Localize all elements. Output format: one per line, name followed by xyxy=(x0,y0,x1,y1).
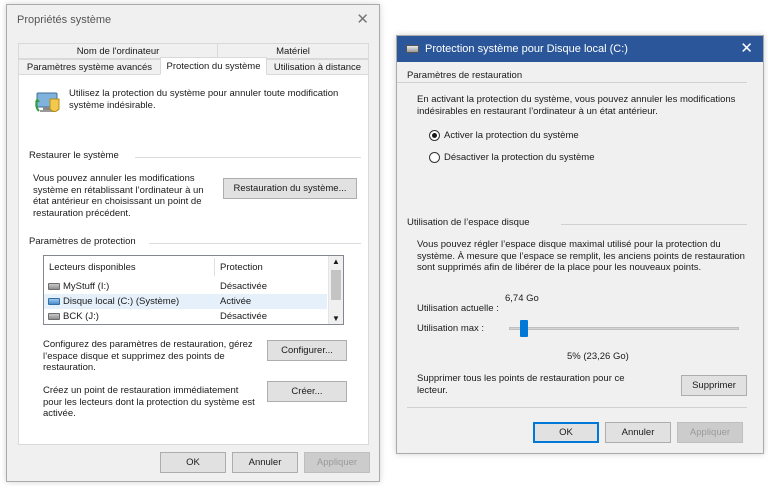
protection-group-title: Paramètres de protection xyxy=(29,236,136,247)
tab-system-protection[interactable]: Protection du système xyxy=(160,57,267,75)
delete-text: Supprimer tous les points de restauratio… xyxy=(417,373,625,396)
cancel-button[interactable]: Annuler xyxy=(605,422,671,443)
system-properties-window: Propriétés système ✕ Nom de l'ordinateur… xyxy=(6,4,380,482)
configure-text: Configurez des paramètres de restauratio… xyxy=(43,339,253,373)
drive-status: Activée xyxy=(220,296,252,307)
restore-settings-title: Paramètres de restauration xyxy=(407,70,523,81)
create-text: Créez un point de restauration immédiate… xyxy=(43,385,255,419)
drive-icon xyxy=(48,313,60,320)
disk-usage-text: Vous pouvez régler l’espace disque maxim… xyxy=(417,239,745,273)
restore-text: Vous pouvez annuler les modifications sy… xyxy=(33,173,204,219)
tab-remote[interactable]: Utilisation à distance xyxy=(266,59,369,75)
max-usage-value: 5% (23,26 Go) xyxy=(567,351,629,362)
title-bar[interactable]: Protection système pour Disque local (C:… xyxy=(397,36,763,62)
dialog-drive-icon xyxy=(406,45,419,53)
window-title: Propriétés système xyxy=(17,14,112,26)
restore-settings-divider xyxy=(397,82,747,83)
drive-icon xyxy=(48,283,60,290)
drive-row-bck[interactable]: BCK (J:) Désactivée xyxy=(44,309,327,324)
drive-row-mystuff[interactable]: MyStuff (I:) Désactivée xyxy=(44,279,327,294)
close-icon[interactable]: ✕ xyxy=(740,41,753,56)
drive-status: Désactivée xyxy=(220,281,267,292)
disable-protection-radio[interactable]: Désactiver la protection du système xyxy=(429,152,594,163)
system-restore-button[interactable]: Restauration du système... xyxy=(223,178,357,199)
protection-group-divider xyxy=(149,243,361,244)
scroll-thumb[interactable] xyxy=(331,270,341,300)
drive-cell: BCK (J:) xyxy=(48,311,99,322)
drives-list: Lecteurs disponibles Protection MyStuff … xyxy=(43,255,344,325)
drive-status: Désactivée xyxy=(220,311,267,322)
column-header-drives[interactable]: Lecteurs disponibles xyxy=(49,258,214,276)
disk-usage-divider xyxy=(561,224,747,225)
slider-thumb[interactable] xyxy=(520,320,528,337)
delete-button[interactable]: Supprimer xyxy=(681,375,747,396)
radio-dot-selected[interactable] xyxy=(429,130,440,141)
column-divider xyxy=(214,258,215,276)
title-bar[interactable]: Propriétés système ✕ xyxy=(7,5,379,35)
scroll-down-icon[interactable]: ▼ xyxy=(332,314,340,323)
list-scrollbar[interactable]: ▲ ▼ xyxy=(328,256,343,324)
radio-dot[interactable] xyxy=(429,152,440,163)
system-drive-icon xyxy=(48,298,60,305)
ok-button[interactable]: OK xyxy=(160,452,226,473)
disk-usage-title: Utilisation de l’espace disque xyxy=(407,217,530,228)
restore-settings-text: En activant la protection du système, vo… xyxy=(417,94,736,117)
drive-row-local-c[interactable]: Disque local (C:) (Système) Activée xyxy=(44,294,327,309)
restore-group-divider xyxy=(135,157,361,158)
system-protection-dialog: Protection système pour Disque local (C:… xyxy=(396,35,764,454)
drive-name: Disque local (C:) (Système) xyxy=(63,296,180,307)
current-usage-label: Utilisation actuelle : xyxy=(417,303,499,314)
drive-cell: Disque local (C:) (Système) xyxy=(48,296,179,307)
max-usage-label: Utilisation max : xyxy=(417,323,485,334)
system-protection-icon xyxy=(35,92,60,112)
max-usage-slider[interactable] xyxy=(509,318,739,338)
drive-name: BCK (J:) xyxy=(63,311,99,322)
footer-divider xyxy=(407,407,747,408)
ok-button[interactable]: OK xyxy=(533,422,599,443)
restore-group-title: Restaurer le système xyxy=(29,150,119,161)
intro-text: Utilisez la protection du système pour a… xyxy=(69,88,339,111)
current-usage-value: 6,74 Go xyxy=(505,293,539,304)
tab-panel: Utilisez la protection du système pour a… xyxy=(18,74,369,445)
scroll-up-icon[interactable]: ▲ xyxy=(332,257,340,266)
disable-protection-label: Désactiver la protection du système xyxy=(444,152,595,163)
apply-button[interactable]: Appliquer xyxy=(304,452,370,473)
column-header-protection[interactable]: Protection xyxy=(220,258,320,276)
enable-protection-label: Activer la protection du système xyxy=(444,130,579,141)
close-icon[interactable]: ✕ xyxy=(356,12,369,27)
cancel-button[interactable]: Annuler xyxy=(232,452,298,473)
apply-button[interactable]: Appliquer xyxy=(677,422,743,443)
drive-cell: MyStuff (I:) xyxy=(48,281,109,292)
configure-button[interactable]: Configurer... xyxy=(267,340,347,361)
tab-advanced[interactable]: Paramètres système avancés xyxy=(18,59,161,75)
dialog-title: Protection système pour Disque local (C:… xyxy=(425,43,628,55)
create-button[interactable]: Créer... xyxy=(267,381,347,402)
slider-track[interactable] xyxy=(509,327,739,330)
drive-name: MyStuff (I:) xyxy=(63,281,110,292)
enable-protection-radio[interactable]: Activer la protection du système xyxy=(429,130,579,141)
